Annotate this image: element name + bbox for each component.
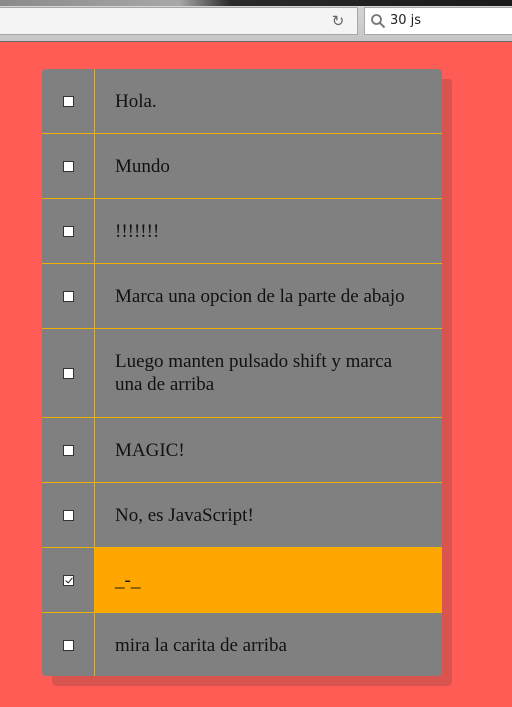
checkbox-list: Hola. Mundo !!!!!!! Marca una opcion de …	[42, 69, 442, 676]
checkbox[interactable]	[62, 639, 74, 651]
list-item-label: Marca una opcion de la parte de abajo	[115, 285, 405, 307]
list-item-label: !!!!!!!	[115, 220, 160, 242]
list-item-label: Mundo	[115, 155, 170, 177]
checkbox-cell[interactable]	[42, 483, 95, 547]
list-item[interactable]: !!!!!!!	[42, 199, 442, 264]
list-item-label: Hola.	[115, 90, 157, 112]
list-item[interactable]: No, es JavaScript!	[42, 483, 442, 548]
checkbox[interactable]	[62, 367, 74, 379]
list-item-label: No, es JavaScript!	[115, 504, 254, 526]
search-input[interactable]: 30 js	[364, 7, 512, 35]
checkbox-cell[interactable]	[42, 329, 95, 417]
checkbox-cell[interactable]	[42, 613, 95, 676]
checkbox[interactable]	[62, 225, 74, 237]
list-item-label: Luego manten pulsado shift y marca una d…	[115, 351, 393, 395]
list-item[interactable]: Marca una opcion de la parte de abajo	[42, 264, 442, 329]
browser-tab-strip	[0, 0, 512, 6]
list-item[interactable]: Mundo	[42, 134, 442, 199]
checkbox-cell[interactable]	[42, 264, 95, 328]
checkbox-cell[interactable]	[42, 134, 95, 198]
list-item[interactable]: Luego manten pulsado shift y marca una d…	[42, 329, 442, 418]
checkbox-checked[interactable]	[62, 574, 74, 586]
checkbox[interactable]	[62, 160, 74, 172]
browser-toolbar: ↻ 30 js	[0, 0, 512, 42]
list-item-label: _-_	[95, 548, 442, 612]
search-query: 30 js	[390, 13, 422, 28]
checkbox[interactable]	[62, 290, 74, 302]
checkbox-cell[interactable]	[42, 199, 95, 263]
list-item-label: MAGIC!	[115, 439, 185, 461]
list-item[interactable]: MAGIC!	[42, 418, 442, 483]
list-item[interactable]: _-_	[42, 548, 442, 613]
list-item[interactable]: Hola.	[42, 69, 442, 134]
reload-icon[interactable]: ↻	[329, 12, 347, 30]
checkbox[interactable]	[62, 95, 74, 107]
checkbox-cell[interactable]	[42, 69, 95, 133]
checkbox[interactable]	[62, 444, 74, 456]
checkbox[interactable]	[62, 509, 74, 521]
search-icon	[370, 13, 386, 29]
checkbox-cell[interactable]	[42, 418, 95, 482]
address-bar[interactable]: ↻	[0, 7, 358, 35]
list-item-label: mira la carita de arriba	[115, 634, 287, 656]
checkbox-cell[interactable]	[42, 548, 95, 612]
list-item[interactable]: mira la carita de arriba	[42, 613, 442, 676]
